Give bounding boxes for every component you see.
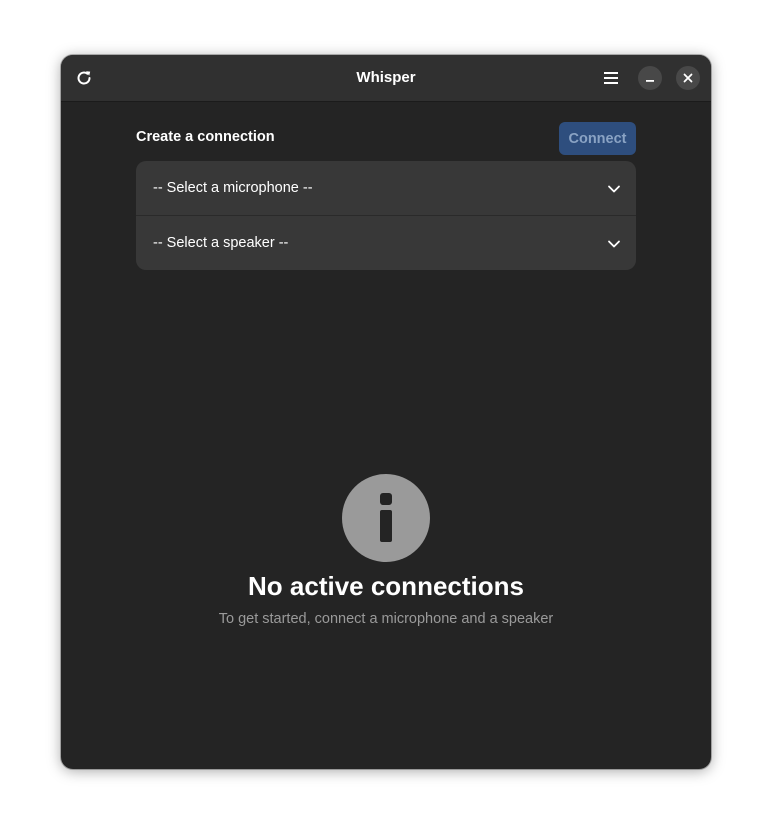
close-icon bbox=[683, 73, 693, 83]
close-button[interactable] bbox=[676, 66, 700, 90]
app-window: Whisper Create a connection Connect -- S… bbox=[61, 55, 711, 769]
refresh-button[interactable] bbox=[69, 63, 99, 93]
speaker-dropdown-label: -- Select a speaker -- bbox=[153, 235, 289, 251]
chevron-down-icon bbox=[608, 240, 620, 248]
main-content: Create a connection Connect -- Select a … bbox=[61, 102, 711, 769]
refresh-icon bbox=[77, 71, 91, 85]
info-icon bbox=[342, 474, 430, 562]
device-select-list: -- Select a microphone -- -- Select a sp… bbox=[136, 161, 636, 270]
speaker-dropdown[interactable]: -- Select a speaker -- bbox=[136, 215, 636, 270]
chevron-down-icon bbox=[608, 185, 620, 193]
main-menu-button[interactable] bbox=[596, 63, 626, 93]
connect-button[interactable]: Connect bbox=[559, 122, 636, 155]
minimize-button[interactable] bbox=[638, 66, 662, 90]
empty-state-description: To get started, connect a microphone and… bbox=[218, 611, 554, 627]
empty-state-title: No active connections bbox=[248, 571, 524, 601]
microphone-dropdown[interactable]: -- Select a microphone -- bbox=[136, 161, 636, 215]
headerbar: Whisper bbox=[61, 55, 711, 102]
minimize-icon bbox=[646, 80, 654, 82]
hamburger-menu-icon bbox=[604, 72, 618, 84]
microphone-dropdown-label: -- Select a microphone -- bbox=[153, 180, 313, 196]
section-heading: Create a connection bbox=[136, 129, 275, 145]
